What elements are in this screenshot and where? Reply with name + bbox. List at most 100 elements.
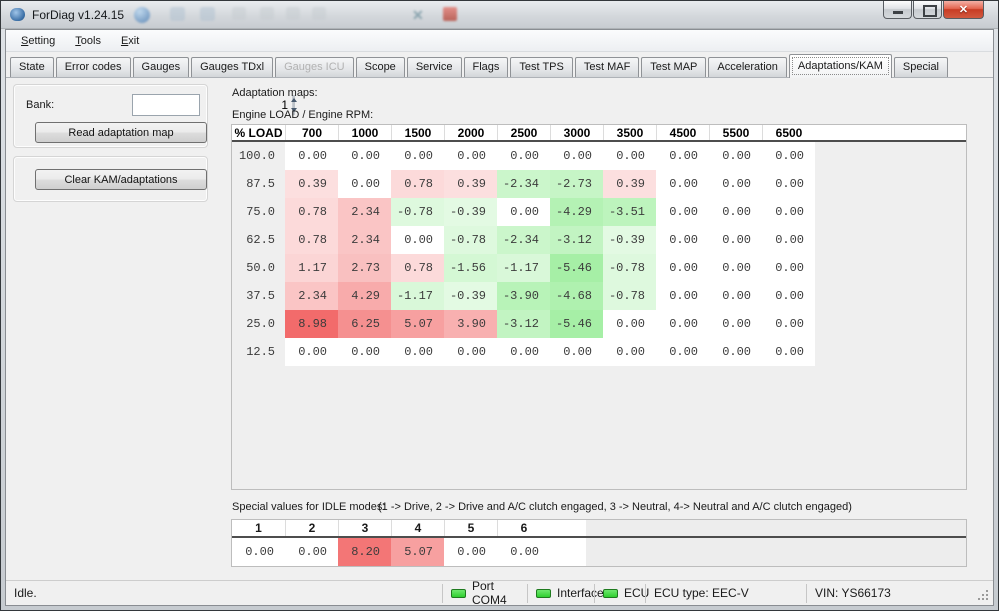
map-cell: 0.00 xyxy=(603,338,656,366)
map-cell: -0.78 xyxy=(603,254,656,282)
map-cell: -2.34 xyxy=(497,170,550,198)
menu-item-tools[interactable]: Tools xyxy=(66,33,110,49)
read-adaptation-map-button[interactable]: Read adaptation map xyxy=(35,122,207,143)
map-cell: 0.00 xyxy=(656,198,709,226)
map-cell: 0.00 xyxy=(497,198,550,226)
tab-state[interactable]: State xyxy=(10,57,54,77)
map-cell: -3.12 xyxy=(550,226,603,254)
map-row-label: 50.0 xyxy=(232,254,285,282)
ghost-icon xyxy=(312,7,326,20)
map-cell: -0.39 xyxy=(444,282,497,310)
idle-values-row: 0.000.008.205.070.000.00 xyxy=(232,538,966,566)
map-col-header: 5500 xyxy=(709,125,762,140)
map-cell: -1.17 xyxy=(497,254,550,282)
map-cell: -2.73 xyxy=(550,170,603,198)
idle-col-header: 4 xyxy=(391,520,444,536)
minimize-button[interactable] xyxy=(883,1,912,19)
idle-header-row: 123456 xyxy=(232,520,966,536)
menu-item-exit[interactable]: Exit xyxy=(112,33,148,49)
statusbar-vin-panel: VIN: YS66173 xyxy=(807,581,977,605)
statusbar: Idle. Port COM4 Interface ECU ECU type: … xyxy=(6,580,993,605)
client-area: SettingToolsExit StateError codesGaugesG… xyxy=(5,29,994,606)
map-row-label: 100.0 xyxy=(232,142,285,170)
idle-value-cell: 0.00 xyxy=(285,538,338,566)
tab-adaptations-kam[interactable]: Adaptations/KAM xyxy=(789,54,892,78)
tab-gauges-icu: Gauges ICU xyxy=(275,57,354,77)
map-cell: 0.00 xyxy=(497,338,550,366)
map-cell: 0.78 xyxy=(285,226,338,254)
map-cell: 0.00 xyxy=(391,226,444,254)
map-cell: 0.00 xyxy=(709,198,762,226)
idle-col-header: 1 xyxy=(232,520,285,536)
map-cell: 4.29 xyxy=(338,282,391,310)
map-cell: 0.00 xyxy=(762,198,815,226)
map-cell: 0.00 xyxy=(603,310,656,338)
map-cell: 0.00 xyxy=(709,310,762,338)
map-cell: 0.00 xyxy=(338,338,391,366)
map-row: 50.01.172.730.78-1.56-1.17-5.46-0.780.00… xyxy=(232,254,966,282)
map-cell: 0.00 xyxy=(762,254,815,282)
port-label: Port COM4 xyxy=(472,579,519,607)
map-cell: 0.00 xyxy=(444,142,497,170)
map-cell: 3.90 xyxy=(444,310,497,338)
tab-gauges[interactable]: Gauges xyxy=(133,57,190,77)
map-cell: 0.00 xyxy=(709,254,762,282)
idle-value-cell: 0.00 xyxy=(232,538,285,566)
map-col-header: 1500 xyxy=(391,125,444,140)
map-row-label: 87.5 xyxy=(232,170,285,198)
map-cell: 0.78 xyxy=(391,170,444,198)
tab-test-maf[interactable]: Test MAF xyxy=(575,57,639,77)
window-title: ForDiag v1.24.15 xyxy=(32,8,124,22)
idle-value-cell: 5.07 xyxy=(391,538,444,566)
tab-gauges-tdxl[interactable]: Gauges TDxl xyxy=(191,57,273,77)
clear-groupbox: Clear KAM/adaptations xyxy=(13,156,208,202)
menubar: SettingToolsExit xyxy=(6,30,993,52)
map-cell: 0.00 xyxy=(656,226,709,254)
map-cell: -0.39 xyxy=(444,198,497,226)
menu-item-setting[interactable]: Setting xyxy=(12,33,64,49)
map-cell: 2.73 xyxy=(338,254,391,282)
titlebar[interactable]: ForDiag v1.24.15 ✕ xyxy=(1,1,998,29)
tab-test-map[interactable]: Test MAP xyxy=(641,57,706,77)
map-row: 87.50.390.000.780.39-2.34-2.730.390.000.… xyxy=(232,170,966,198)
tab-acceleration[interactable]: Acceleration xyxy=(708,57,787,77)
maximize-button[interactable] xyxy=(913,1,942,19)
map-col-header: 2500 xyxy=(497,125,550,140)
map-cell: 0.00 xyxy=(656,170,709,198)
map-cell: 2.34 xyxy=(338,198,391,226)
tab-special[interactable]: Special xyxy=(894,57,948,77)
idle-col-header: 2 xyxy=(285,520,338,536)
map-cell: 0.00 xyxy=(762,226,815,254)
map-row-label: 12.5 xyxy=(232,338,285,366)
map-cell: 0.00 xyxy=(656,310,709,338)
map-cell: 0.00 xyxy=(391,338,444,366)
map-row: 12.50.000.000.000.000.000.000.000.000.00… xyxy=(232,338,966,366)
map-header-row: % LOAD7001000150020002500300035004500550… xyxy=(232,125,966,142)
bank-label: Bank: xyxy=(26,99,54,111)
map-cell: 0.00 xyxy=(656,254,709,282)
map-corner-header: % LOAD xyxy=(232,125,285,140)
map-cell: 8.98 xyxy=(285,310,338,338)
tab-service[interactable]: Service xyxy=(407,57,462,77)
tab-error-codes[interactable]: Error codes xyxy=(56,57,131,77)
map-cell: -4.29 xyxy=(550,198,603,226)
ghost-x-icon: ✕ xyxy=(412,7,424,24)
map-cell: 0.00 xyxy=(550,338,603,366)
map-cell: 0.00 xyxy=(709,338,762,366)
map-cell: -3.12 xyxy=(497,310,550,338)
map-cell: 0.00 xyxy=(391,142,444,170)
map-cell: 0.00 xyxy=(762,338,815,366)
map-cell: 0.00 xyxy=(762,142,815,170)
map-cell: 0.00 xyxy=(709,142,762,170)
tab-scope[interactable]: Scope xyxy=(356,57,405,77)
map-row-label: 25.0 xyxy=(232,310,285,338)
tab-test-tps[interactable]: Test TPS xyxy=(510,57,572,77)
close-button[interactable] xyxy=(943,1,984,19)
clear-kam-adaptations-button[interactable]: Clear KAM/adaptations xyxy=(35,169,207,190)
resize-grip[interactable] xyxy=(977,589,991,603)
map-cell: 0.00 xyxy=(709,282,762,310)
ghost-blue-circle-icon xyxy=(134,7,150,23)
ghost-icon xyxy=(286,7,300,20)
map-col-header: 700 xyxy=(285,125,338,140)
tab-flags[interactable]: Flags xyxy=(464,57,509,77)
